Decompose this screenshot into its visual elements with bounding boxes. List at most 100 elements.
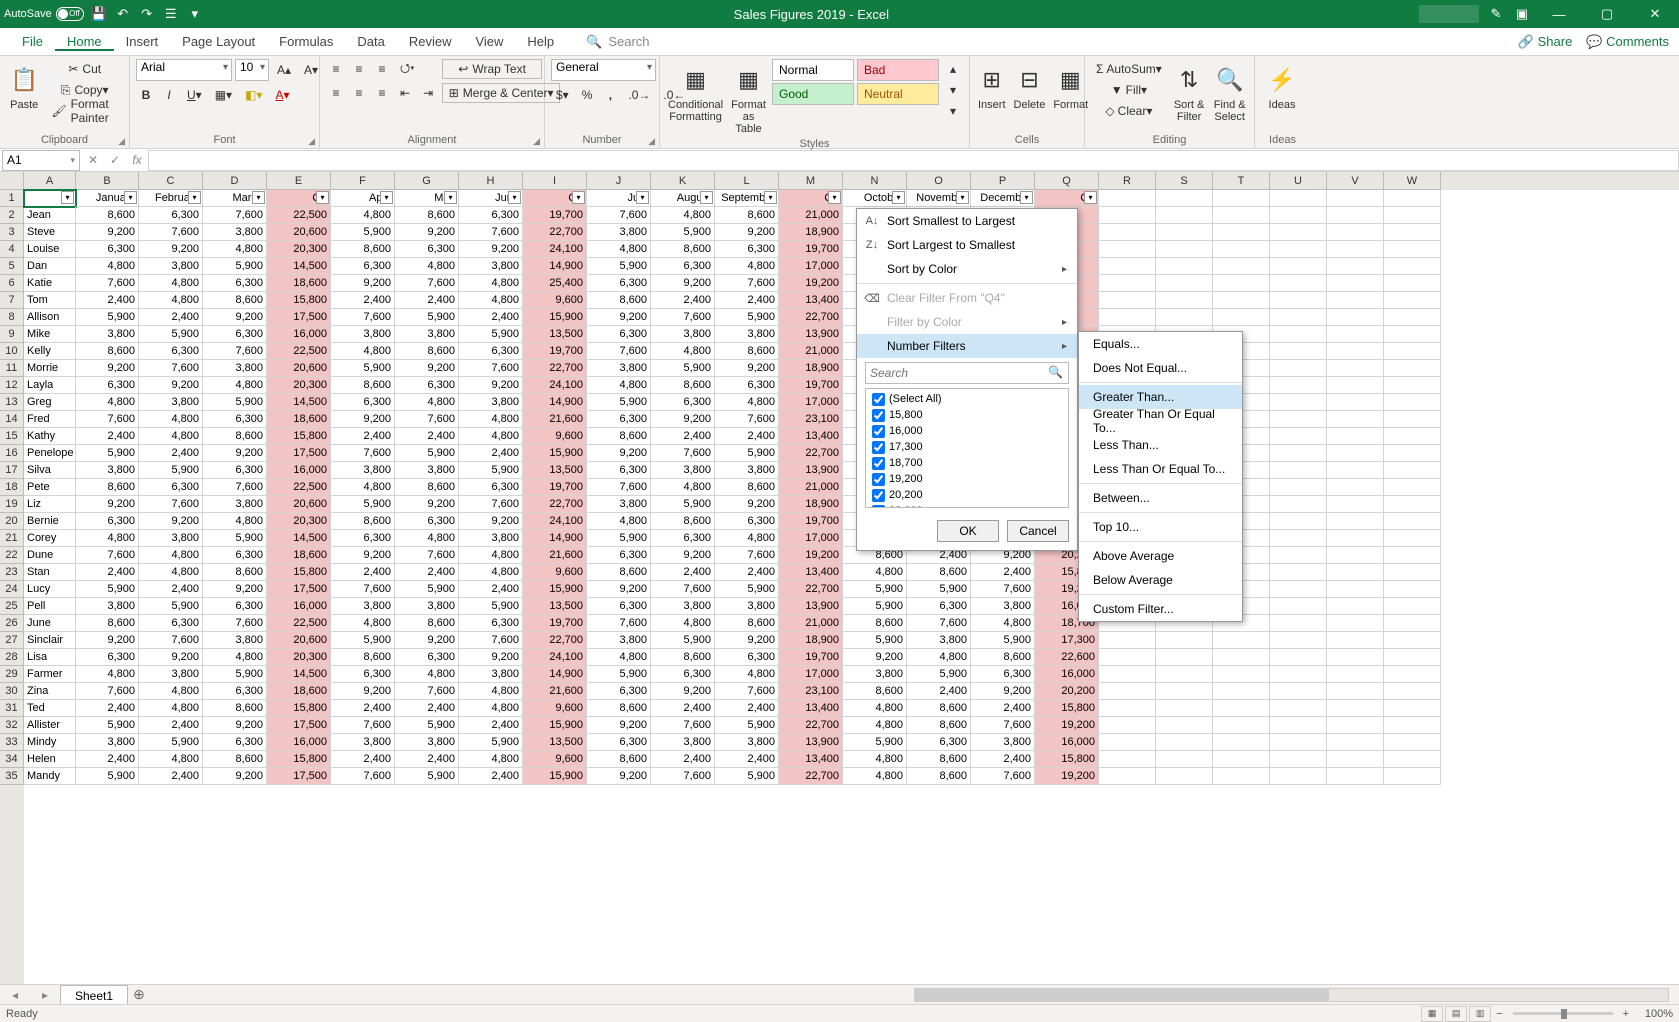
cell[interactable]: Mandy <box>24 768 76 785</box>
cell[interactable]: 3,800 <box>715 598 779 615</box>
cell[interactable]: 22,700 <box>779 309 843 326</box>
format-cells-button[interactable]: ▦Format <box>1051 59 1089 113</box>
filter-value-checkbox[interactable]: 17,300 <box>868 439 1066 455</box>
cell[interactable] <box>1270 275 1327 292</box>
cell[interactable]: 22,700 <box>523 496 587 513</box>
cell[interactable]: 9,200 <box>715 496 779 513</box>
styles-more-icon[interactable]: ▾ <box>943 101 963 121</box>
style-normal-button[interactable]: Normal <box>772 59 854 81</box>
cell[interactable]: 7,600 <box>76 275 139 292</box>
cell[interactable] <box>1270 615 1327 632</box>
cell[interactable]: 20,600 <box>267 224 331 241</box>
cell[interactable]: 3,800 <box>587 632 651 649</box>
row-header[interactable]: 20 <box>0 513 24 530</box>
cell[interactable] <box>1099 666 1156 683</box>
cell[interactable] <box>1327 309 1384 326</box>
filter-search-input[interactable] <box>865 362 1069 384</box>
cell[interactable]: 5,900 <box>715 445 779 462</box>
cell[interactable] <box>1099 207 1156 224</box>
cell[interactable]: 3,800 <box>331 598 395 615</box>
cell[interactable] <box>1213 734 1270 751</box>
cell[interactable]: 6,300 <box>587 734 651 751</box>
cell[interactable] <box>1156 207 1213 224</box>
tab-file[interactable]: File <box>10 28 55 56</box>
cell[interactable]: Morrie <box>24 360 76 377</box>
cell[interactable] <box>1270 343 1327 360</box>
filter-dropdown-button[interactable]: ▾ <box>764 191 777 204</box>
cell[interactable]: 13,400 <box>779 428 843 445</box>
filter-values-list[interactable]: (Select All)15,80016,00017,30018,70019,2… <box>865 388 1069 508</box>
sort-descending-item[interactable]: Z↓Sort Largest to Smallest <box>857 233 1077 257</box>
cell[interactable] <box>1384 768 1441 785</box>
cell[interactable] <box>1384 683 1441 700</box>
sort-filter-button[interactable]: ⇅Sort & Filter <box>1171 59 1208 125</box>
cell[interactable]: 6,300 <box>715 649 779 666</box>
cell[interactable]: 7,600 <box>203 615 267 632</box>
filter-value-checkbox[interactable]: 19,200 <box>868 471 1066 487</box>
cell[interactable]: 4,800 <box>139 292 203 309</box>
cell[interactable] <box>1156 275 1213 292</box>
cell[interactable]: 6,300 <box>331 530 395 547</box>
cell[interactable] <box>1327 683 1384 700</box>
cell[interactable]: Farmer <box>24 666 76 683</box>
column-header[interactable]: D <box>203 172 267 190</box>
cell[interactable]: 8,600 <box>651 377 715 394</box>
cell[interactable]: 8,600 <box>331 513 395 530</box>
cell[interactable]: 8,600 <box>587 292 651 309</box>
cell[interactable]: 3,800 <box>459 258 523 275</box>
sort-by-color-item[interactable]: Sort by Color▸ <box>857 257 1077 281</box>
cell[interactable]: 2,400 <box>76 564 139 581</box>
cell[interactable] <box>1156 734 1213 751</box>
cell[interactable]: 19,200 <box>779 547 843 564</box>
cell[interactable]: 5,900 <box>203 394 267 411</box>
cell[interactable] <box>1270 598 1327 615</box>
cell[interactable] <box>1270 394 1327 411</box>
cell[interactable]: Louise <box>24 241 76 258</box>
column-header[interactable]: L <box>715 172 779 190</box>
cell[interactable]: 3,800 <box>587 496 651 513</box>
cell[interactable]: 3,800 <box>203 496 267 513</box>
cell[interactable] <box>1327 530 1384 547</box>
cell[interactable]: 8,600 <box>715 343 779 360</box>
cell[interactable] <box>1156 683 1213 700</box>
cell[interactable]: 2,400 <box>76 292 139 309</box>
cell[interactable]: 16,000 <box>267 326 331 343</box>
column-header[interactable]: Q <box>1035 172 1099 190</box>
cell[interactable]: 14,900 <box>523 258 587 275</box>
cell[interactable]: 4,800 <box>203 649 267 666</box>
column-header[interactable]: B <box>76 172 139 190</box>
cell[interactable]: Dan <box>24 258 76 275</box>
cell[interactable] <box>1213 751 1270 768</box>
cell[interactable]: February▾ <box>139 190 203 207</box>
cell[interactable] <box>1270 258 1327 275</box>
row-header[interactable]: 15 <box>0 428 24 445</box>
cell[interactable]: 20,200 <box>1035 683 1099 700</box>
cell[interactable]: 6,300 <box>76 649 139 666</box>
row-header[interactable]: 8 <box>0 309 24 326</box>
percent-format-button[interactable]: % <box>577 85 598 105</box>
redo-icon[interactable]: ↷ <box>138 5 156 23</box>
filter-dropdown-button[interactable]: ▾ <box>124 191 137 204</box>
cell[interactable] <box>1213 275 1270 292</box>
cell[interactable]: Pete <box>24 479 76 496</box>
cell[interactable]: 4,800 <box>139 751 203 768</box>
style-good-button[interactable]: Good <box>772 83 854 105</box>
cell[interactable]: 18,900 <box>779 496 843 513</box>
cell[interactable]: Allister <box>24 717 76 734</box>
cell[interactable]: 8,600 <box>203 751 267 768</box>
cell[interactable] <box>1270 190 1327 207</box>
cell[interactable]: 4,800 <box>715 394 779 411</box>
cell[interactable]: 19,700 <box>523 615 587 632</box>
cell[interactable]: 9,200 <box>203 581 267 598</box>
cell[interactable] <box>1384 241 1441 258</box>
cell[interactable]: Kathy <box>24 428 76 445</box>
cell[interactable]: 4,800 <box>459 751 523 768</box>
cell[interactable]: 5,900 <box>76 768 139 785</box>
cell[interactable]: 2,400 <box>331 751 395 768</box>
cell[interactable]: 9,200 <box>587 445 651 462</box>
cell[interactable]: 7,600 <box>907 615 971 632</box>
cell[interactable] <box>1156 190 1213 207</box>
cell[interactable]: 7,600 <box>395 411 459 428</box>
cell[interactable]: 5,900 <box>331 360 395 377</box>
italic-button[interactable]: I <box>159 85 179 105</box>
